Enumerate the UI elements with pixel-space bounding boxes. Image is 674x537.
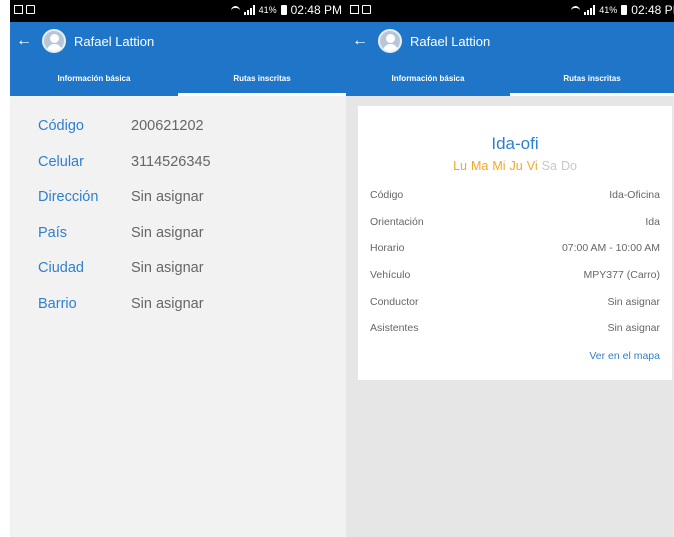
info-value: 200621202 (131, 118, 204, 134)
detail-value: 07:00 AM - 10:00 AM (561, 242, 660, 254)
battery-percent: 41% (599, 5, 618, 15)
app-bar: ← Rafael Lattion (346, 22, 674, 60)
back-arrow-icon[interactable]: ← (10, 32, 38, 50)
info-label: Celular (38, 153, 84, 170)
detail-value: Sin asignar (607, 322, 660, 334)
route-name: Ida-ofi (491, 134, 539, 153)
info-label: Dirección (38, 189, 99, 205)
info-value: Sin asignar (131, 189, 204, 205)
tab-bar: Información básica Rutas inscritas (10, 60, 346, 96)
info-value: Sin asignar (131, 224, 204, 241)
tab-rutas-inscritas[interactable]: Rutas inscritas (510, 60, 674, 96)
route-card[interactable]: Ida-ofi Lu Ma Mi Ju Vi Sa Do Código Ida-Oficin… (358, 106, 672, 380)
tab-indicator (510, 93, 674, 96)
detail-row-orientacion: Orientación Ida (370, 216, 660, 228)
tab-informacion-basica[interactable]: Información básica (346, 60, 510, 96)
info-value: 3114526345 (131, 153, 211, 170)
tab-rutas-inscritas[interactable]: Rutas inscritas (178, 60, 346, 96)
battery-icon (280, 5, 287, 15)
info-row-codigo: Código 200621202 (38, 118, 211, 154)
detail-row-codigo: Código Ida-Oficina (370, 189, 660, 201)
battery-icon (621, 5, 628, 15)
detail-row-vehiculo: Vehículo MPY377 (Carro) (370, 269, 660, 281)
view-on-map-link[interactable]: Ver en el mapa (589, 350, 660, 362)
detail-label: Asistentes (370, 322, 419, 334)
phone-screen-profile: 41% 02:48 PM ← Rafael Lattion Informació… (10, 0, 346, 537)
clock: 02:48 PI (631, 3, 674, 17)
detail-row-conductor: Conductor Sin asignar (370, 296, 660, 308)
day-ma: Ma (470, 159, 489, 173)
screenshot-notification-icon (14, 5, 23, 14)
wifi-icon (230, 5, 240, 15)
info-label: Ciudad (38, 260, 84, 276)
app-bar-title: Rafael Lattion (74, 33, 155, 49)
info-label: Código (38, 118, 84, 134)
tab-indicator (178, 93, 346, 96)
day-mi: Mi (492, 159, 506, 173)
status-bar: 41% 02:48 PM (10, 0, 346, 22)
day-lu: Lu (453, 159, 467, 173)
tab-label: Rutas inscritas (563, 73, 621, 83)
day-do: Do (560, 159, 577, 173)
download-notification-icon (362, 5, 371, 14)
back-arrow-icon[interactable]: ← (346, 32, 374, 50)
detail-row-horario: Horario 07:00 AM - 10:00 AM (370, 242, 660, 254)
info-label: Barrio (38, 295, 77, 312)
info-row-direccion: Dirección Sin asignar (38, 189, 211, 225)
app-bar: ← Rafael Lattion (10, 22, 346, 60)
info-row-ciudad: Ciudad Sin asignar (38, 260, 211, 296)
detail-value: Sin asignar (607, 296, 660, 308)
download-notification-icon (26, 5, 35, 14)
tab-bar: Información básica Rutas inscritas (346, 60, 674, 96)
detail-label: Orientación (370, 216, 424, 228)
info-value: Sin asignar (131, 295, 204, 312)
signal-icon (584, 5, 596, 15)
day-ju: Ju (509, 159, 523, 173)
day-vi: Vi (526, 159, 538, 173)
tab-label: Rutas inscritas (233, 73, 291, 83)
avatar (42, 29, 66, 53)
profile-info-list: Código 200621202 Celular 3114526345 Dire… (38, 118, 211, 331)
status-bar: 41% 02:48 PI (346, 0, 674, 22)
screenshot-stage: 41% 02:48 PM ← Rafael Lattion Informació… (0, 0, 674, 537)
detail-value: Ida (645, 216, 660, 228)
info-row-celular: Celular 3114526345 (38, 154, 211, 190)
info-label: País (38, 224, 68, 241)
screenshot-notification-icon (350, 5, 359, 14)
detail-label: Código (370, 189, 404, 201)
detail-value: MPY377 (Carro) (583, 269, 660, 281)
tab-label: Información básica (57, 73, 131, 83)
detail-row-asistentes: Asistentes Sin asignar (370, 322, 660, 334)
tab-informacion-basica[interactable]: Información básica (10, 60, 178, 96)
day-sa: Sa (541, 159, 557, 173)
tab-indicator (346, 93, 510, 96)
avatar (378, 29, 402, 53)
phone-screen-routes: 41% 02:48 PI ← Rafael Lattion Informació… (346, 0, 674, 537)
info-row-pais: País Sin asignar (38, 225, 211, 261)
info-value: Sin asignar (131, 260, 204, 276)
battery-percent: 41% (258, 5, 277, 15)
app-bar-title: Rafael Lattion (410, 33, 491, 49)
tab-indicator (10, 93, 178, 96)
route-days: Lu Ma Mi Ju Vi Sa Do (358, 159, 672, 173)
detail-label: Horario (370, 242, 405, 254)
info-row-barrio: Barrio Sin asignar (38, 296, 211, 332)
detail-label: Conductor (370, 296, 419, 308)
wifi-icon (571, 5, 581, 15)
clock: 02:48 PM (290, 3, 342, 17)
signal-icon (243, 5, 255, 15)
tab-label: Información básica (391, 73, 465, 83)
detail-value: Ida-Oficina (609, 189, 660, 201)
detail-label: Vehículo (370, 269, 411, 281)
